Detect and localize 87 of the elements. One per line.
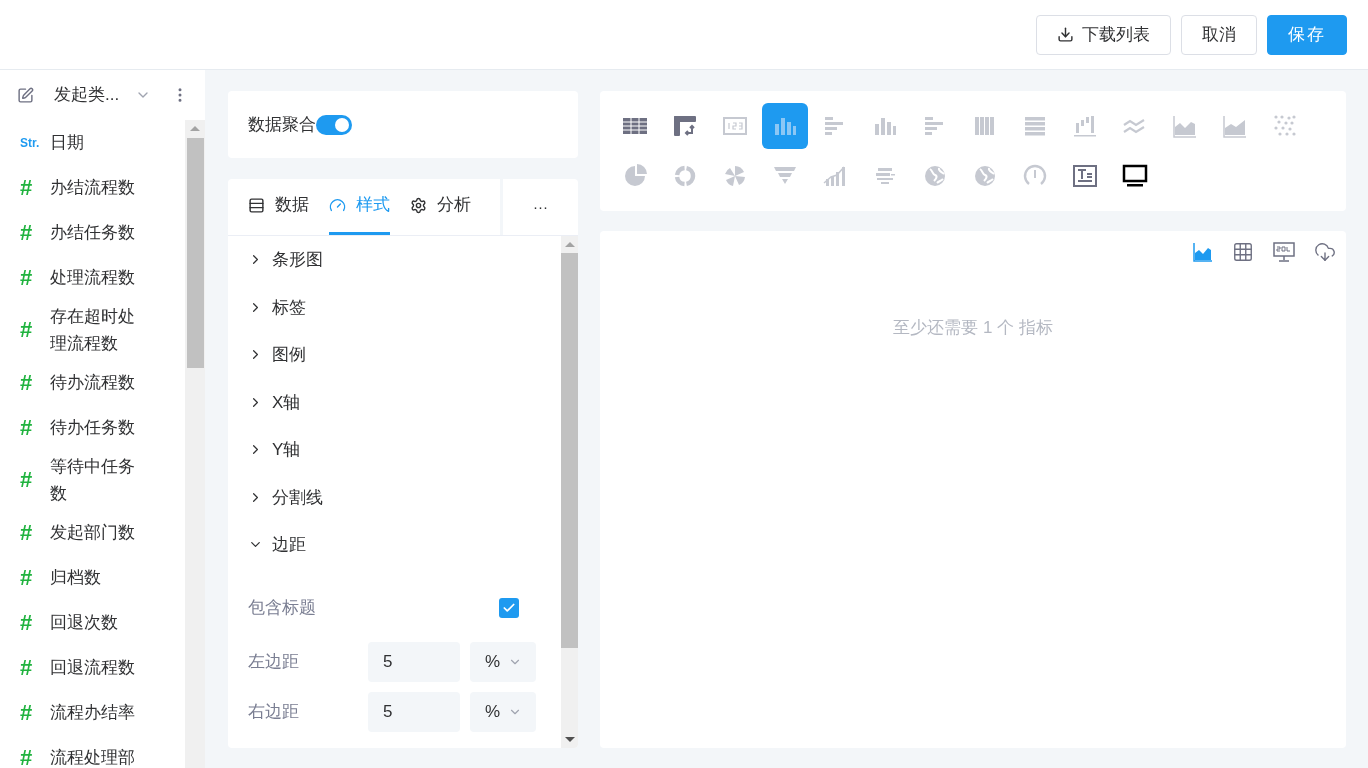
cloud-download-button[interactable] <box>1314 241 1336 263</box>
field-item[interactable]: Str. 日期 <box>0 120 185 165</box>
section-header[interactable]: 边距 <box>228 521 561 569</box>
field-name: 办结任务数 <box>50 222 136 244</box>
area-chart-icon <box>1222 113 1248 139</box>
number-type-label: # <box>20 656 34 679</box>
unit-select[interactable]: % <box>470 691 536 732</box>
edit-icon[interactable] <box>17 86 34 104</box>
monitor-icon <box>1122 163 1148 189</box>
field-item[interactable]: # 待办流程数 <box>0 360 185 405</box>
field-name: 日期 <box>50 132 85 154</box>
aggregation-switch[interactable] <box>316 114 352 135</box>
number-type-label: # <box>20 701 34 724</box>
option-label: 包含标题 <box>248 596 316 619</box>
field-name: 办结流程数 <box>50 177 136 199</box>
margin-input[interactable]: 5 <box>368 641 460 682</box>
field-item[interactable]: # 发起部门数 <box>0 510 185 555</box>
checkbox[interactable] <box>499 597 519 618</box>
option-label: 左边距 <box>248 650 300 673</box>
field-name: 回退次数 <box>50 612 119 634</box>
field-name: 待办任务数 <box>50 417 136 439</box>
option-label: 右边距 <box>248 700 300 723</box>
scrollbar[interactable] <box>561 236 578 748</box>
globe-icon <box>972 163 998 189</box>
field-item[interactable]: # 回退次数 <box>0 600 185 645</box>
field-name: 存在超时处理流程数 <box>50 306 136 355</box>
field-item[interactable]: # 办结流程数 <box>0 165 185 210</box>
list-icon <box>248 196 265 214</box>
number-type-label: # <box>20 521 34 544</box>
unit-select[interactable]: % <box>470 641 536 682</box>
number-type-label: # <box>20 416 34 439</box>
cancel-button[interactable]: 取消 <box>1181 14 1257 55</box>
field-item[interactable]: # 回退流程数 <box>0 645 185 690</box>
globe-icon <box>922 163 948 189</box>
waterfall-chart-icon <box>1072 113 1098 139</box>
field-item[interactable]: # 等待中任务数 <box>0 450 185 510</box>
field-item[interactable]: # 归档数 <box>0 555 185 600</box>
gauge-icon <box>329 196 346 214</box>
number-type-label: # <box>20 611 34 634</box>
field-name: 处理流程数 <box>50 267 136 289</box>
number-type-label: # <box>20 371 34 394</box>
field-item[interactable]: # 待办任务数 <box>0 405 185 450</box>
field-name: 等待中任务数 <box>50 456 136 505</box>
empty-chart-message: 至少还需要 1 个 指标 <box>893 317 1053 339</box>
section-header[interactable]: 标签 <box>228 283 561 331</box>
field-item[interactable]: # 流程处理部 <box>0 735 185 768</box>
dataset-name: 发起类... <box>54 84 120 107</box>
pivot-table-icon <box>672 113 698 139</box>
rose-chart-icon <box>722 163 748 189</box>
section-header[interactable]: 图例 <box>228 331 561 379</box>
area-chart-icon <box>1172 113 1198 139</box>
chart-view-button[interactable] <box>1192 241 1214 263</box>
field-name: 流程处理部 <box>50 747 136 768</box>
number-type-label: # <box>20 469 34 491</box>
field-item[interactable]: # 流程办结率 <box>0 690 185 735</box>
field-name: 归档数 <box>50 567 102 589</box>
margin-input[interactable]: 5 <box>368 691 460 732</box>
section-header[interactable]: 分割线 <box>228 473 561 521</box>
string-type-label: Str. <box>20 134 41 152</box>
field-item[interactable]: # 办结任务数 <box>0 210 185 255</box>
field-name: 发起部门数 <box>50 522 136 544</box>
number-type-label: # <box>20 266 34 289</box>
table-view-button[interactable] <box>1232 241 1254 263</box>
number-type-label: # <box>20 176 34 199</box>
download-button[interactable]: 下载列表 <box>1036 14 1171 55</box>
text-card-icon <box>1072 163 1098 189</box>
settings-icon <box>410 196 427 214</box>
field-item[interactable]: # 存在超时处理流程数 <box>0 300 185 360</box>
section-header[interactable]: Y轴 <box>228 426 561 474</box>
field-name: 待办流程数 <box>50 372 136 394</box>
settings-tab[interactable]: 数据 <box>248 179 309 235</box>
field-item[interactable]: # 处理流程数 <box>0 255 185 300</box>
settings-tab[interactable]: 分析 <box>410 179 471 235</box>
sql-view-button[interactable] <box>1272 241 1296 263</box>
section-header[interactable]: 条形图 <box>228 236 561 284</box>
number-type-label: # <box>20 221 34 244</box>
pie-chart-icon <box>622 163 648 189</box>
section-header[interactable]: X轴 <box>228 378 561 426</box>
aggregation-label: 数据聚合 <box>248 113 316 136</box>
number-type-label: # <box>20 566 34 589</box>
scrollbar[interactable] <box>185 120 205 768</box>
number-type-label: # <box>20 746 34 768</box>
field-name: 回退流程数 <box>50 657 136 679</box>
number-type-label: # <box>20 319 34 341</box>
download-icon <box>1057 26 1074 43</box>
field-name: 流程办结率 <box>50 702 136 724</box>
donut-chart-icon <box>672 163 698 189</box>
